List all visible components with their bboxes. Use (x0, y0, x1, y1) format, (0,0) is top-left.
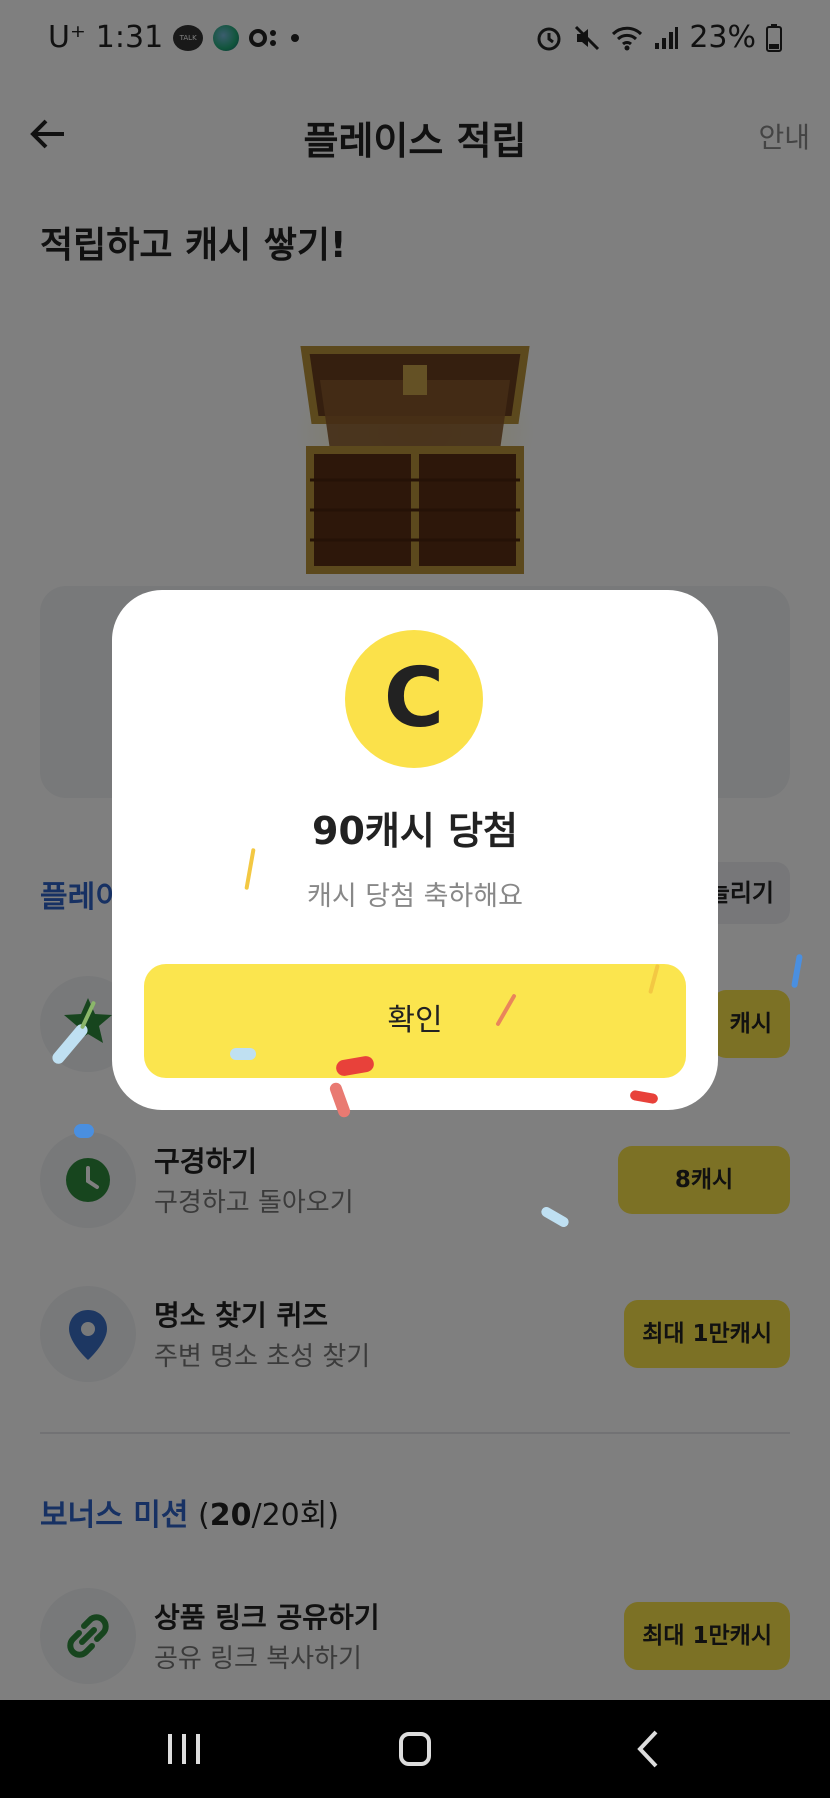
coin-letter: C (383, 651, 445, 746)
reward-modal: C 90캐시 당첨 캐시 당첨 축하해요 확인 (112, 590, 718, 1110)
back-nav-icon[interactable] (588, 1700, 708, 1798)
cash-coin-icon: C (345, 630, 483, 768)
confirm-button[interactable]: 확인 (144, 964, 686, 1078)
confetti (230, 1048, 256, 1060)
recent-apps-icon[interactable] (124, 1700, 244, 1798)
home-icon[interactable] (355, 1700, 475, 1798)
system-nav-bar (0, 1700, 830, 1798)
modal-subtitle: 캐시 당첨 축하해요 (307, 881, 523, 912)
modal-title: 90캐시 당첨 (312, 809, 518, 853)
confetti (74, 1124, 94, 1138)
